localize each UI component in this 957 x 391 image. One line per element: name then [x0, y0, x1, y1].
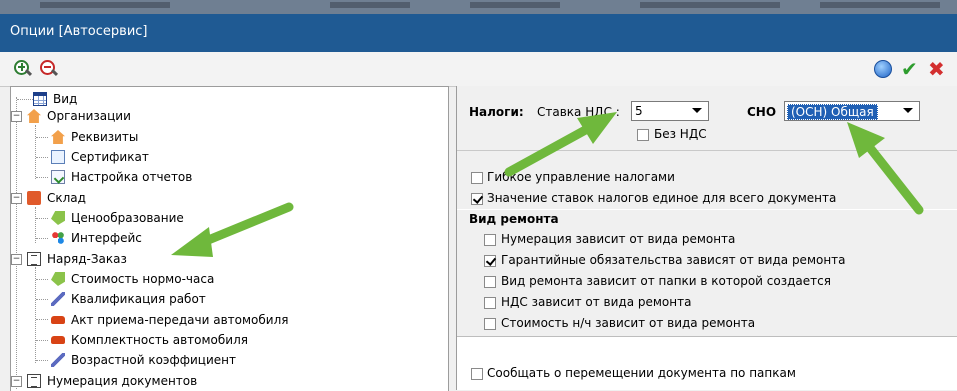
extra-options-section: Сообщать о перемещении документа по папк…: [457, 337, 957, 390]
single-tax-rate-label[interactable]: Значение ставок налогов единое для всего…: [487, 191, 836, 205]
sno-label: СНО: [747, 105, 777, 119]
tree-item-age-coefficient[interactable]: Возрастной коэффициент: [51, 351, 351, 369]
house-icon: [51, 130, 65, 144]
tree-item-label: Склад: [47, 191, 86, 205]
toolbar: ✔ ✖: [0, 52, 957, 87]
hour-cost-repair-checkbox[interactable]: [484, 318, 496, 330]
tree-item-label: Вид: [53, 92, 78, 106]
tree-item-label: Сертификат: [71, 150, 149, 164]
collapse-toggle[interactable]: −: [11, 376, 22, 387]
tree-item-label: Наряд-Заказ: [47, 252, 127, 266]
tree-item-vehicle-act[interactable]: Акт приема-передачи автомобиля: [51, 311, 391, 329]
zoom-in-icon[interactable]: [14, 60, 33, 78]
vat-rate-select[interactable]: 5: [631, 101, 709, 121]
zoom-out-icon[interactable]: [40, 60, 59, 78]
hour-cost-repair-label[interactable]: Стоимость н/ч зависит от вида ремонта: [501, 316, 755, 330]
help-icon[interactable]: [874, 60, 892, 78]
tree-item-label: Квалификация работ: [71, 292, 206, 306]
notify-move-checkbox[interactable]: [471, 368, 483, 380]
flexible-taxes-checkbox[interactable]: [471, 172, 483, 184]
settings-panel: Налоги: Ставка НДС : 5 СНО (ОСН) Общая Б…: [456, 86, 957, 390]
chevron-down-icon: [692, 108, 702, 113]
chevron-down-icon: [903, 108, 913, 113]
warranty-label[interactable]: Гарантийные обязательства зависят от вид…: [501, 253, 846, 267]
tree-item-label: Комплектность автомобиля: [71, 333, 248, 347]
arrow-annotation: [171, 202, 294, 257]
repair-numbering-checkbox[interactable]: [484, 234, 496, 246]
tree-item-label: Настройка отчетов: [71, 170, 193, 184]
vat-repair-label[interactable]: НДС зависит от вида ремонта: [501, 295, 691, 309]
book-icon: [27, 374, 41, 388]
single-tax-rate-checkbox[interactable]: [471, 193, 483, 205]
arrow-annotation: [504, 112, 617, 177]
repair-folder-label[interactable]: Вид ремонта зависит от папки в которой с…: [501, 274, 831, 288]
cancel-close-icon[interactable]: ✖: [928, 59, 946, 79]
options-tree: Вид − Организации Реквизиты Сертификат Н…: [10, 86, 449, 391]
tree-item-label: Нумерация документов: [47, 374, 198, 388]
tree-item-doc-numbering[interactable]: Нумерация документов: [27, 372, 287, 390]
tree-item-certificate[interactable]: Сертификат: [51, 148, 271, 166]
tree-item-report-settings[interactable]: Настройка отчетов: [51, 168, 271, 186]
tree-item-label: Стоимость нормо-часа: [71, 272, 215, 286]
repair-type-section: Вид ремонта Нумерация зависит от вида ре…: [457, 210, 957, 336]
tree-item-vehicle-completeness[interactable]: Комплектность автомобиля: [51, 331, 351, 349]
puzzle-icon: [51, 231, 65, 245]
tree-item-label: Интерфейс: [71, 231, 142, 245]
tree-item-hour-cost[interactable]: Стоимость нормо-часа: [51, 270, 351, 288]
wrench-icon: [51, 353, 65, 367]
tag-icon: [51, 272, 65, 286]
repair-type-heading: Вид ремонта: [469, 212, 559, 226]
window-titlebar: Опции [Автосервис]: [0, 14, 957, 52]
tree-item-view[interactable]: Вид: [33, 90, 233, 108]
box-icon: [27, 191, 41, 205]
repair-numbering-label[interactable]: Нумерация зависит от вида ремонта: [501, 232, 735, 246]
tag-icon: [51, 211, 65, 225]
arrow-annotation: [847, 122, 924, 215]
book-icon: [27, 252, 41, 266]
tree-item-work-qualification[interactable]: Квалификация работ: [51, 290, 351, 308]
document-icon: [51, 150, 65, 164]
tree-item-label: Возрастной коэффициент: [71, 353, 236, 367]
background-strip: [0, 0, 957, 14]
tree-item-label: Организации: [47, 109, 131, 123]
vat-rate-value: 5: [635, 104, 643, 118]
tree-item-organizations[interactable]: Организации: [27, 107, 247, 125]
collapse-toggle[interactable]: −: [11, 111, 22, 122]
collapse-toggle[interactable]: −: [11, 254, 22, 265]
no-vat-checkbox[interactable]: [637, 129, 649, 141]
ok-check-icon[interactable]: ✔: [901, 59, 919, 79]
tree-item-label: Акт приема-передачи автомобиля: [71, 313, 289, 327]
house-icon: [27, 109, 41, 123]
car-icon: [51, 316, 65, 324]
grid-icon: [33, 92, 47, 106]
repair-folder-checkbox[interactable]: [484, 276, 496, 288]
wrench-icon: [51, 292, 65, 306]
no-vat-label[interactable]: Без НДС: [654, 127, 707, 141]
vat-repair-checkbox[interactable]: [484, 297, 496, 309]
window-title: Опции [Автосервис]: [10, 24, 148, 39]
car-icon: [51, 336, 65, 344]
report-icon: [51, 170, 65, 184]
warranty-checkbox[interactable]: [484, 255, 496, 267]
tree-item-label: Реквизиты: [71, 130, 139, 144]
notify-move-label[interactable]: Сообщать о перемещении документа по папк…: [487, 366, 796, 380]
collapse-toggle[interactable]: −: [11, 193, 22, 204]
tree-item-requisites[interactable]: Реквизиты: [51, 128, 271, 146]
